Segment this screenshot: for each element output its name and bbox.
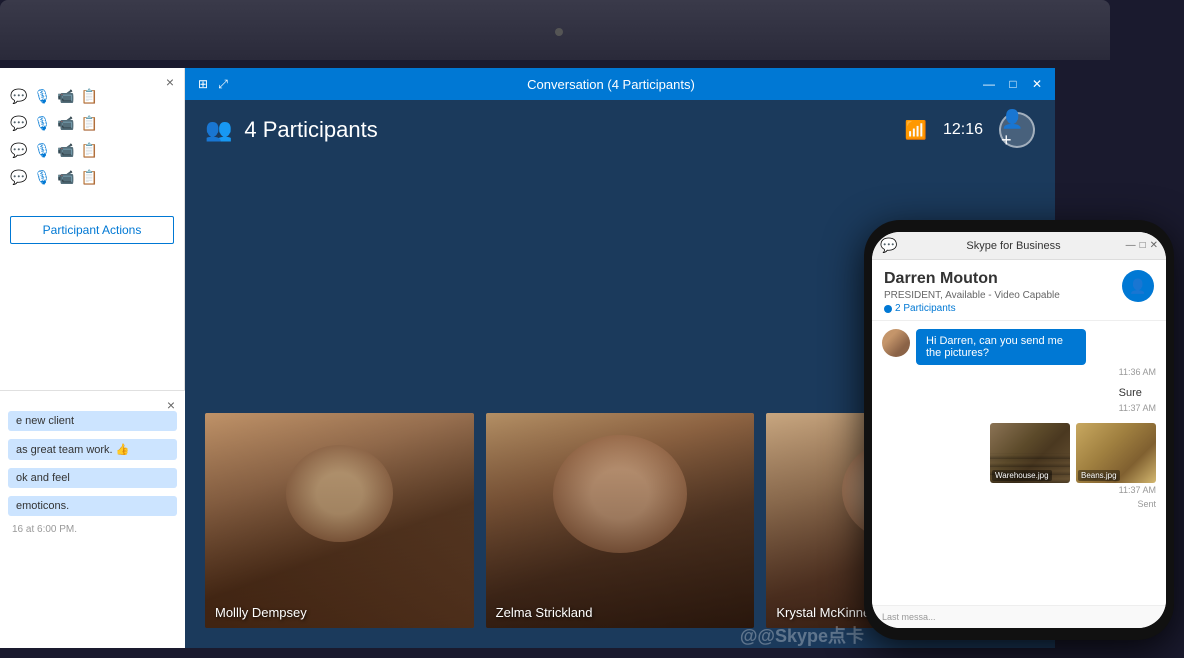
image-beans[interactable]: Beans.jpg xyxy=(1076,423,1156,483)
contact-participants[interactable]: 2 Participants xyxy=(884,303,1114,314)
image-attachments: Warehouse.jpg Beans.jpg xyxy=(990,423,1156,483)
participant-actions-button[interactable]: Participant Actions xyxy=(10,216,174,244)
contact-name: Darren Mouton xyxy=(884,270,1114,288)
warehouse-filename: Warehouse.jpg xyxy=(992,470,1052,481)
screen-icon: 📋 xyxy=(81,88,98,105)
skype-app-icon: 💬 xyxy=(880,237,897,254)
screen-icon: 📋 xyxy=(81,169,98,186)
mic-icon: 🎙 xyxy=(33,169,51,186)
participants-group-icon: 👥 xyxy=(205,117,232,143)
message-content-1: Hi Darren, can you send me the pictures?… xyxy=(916,329,1156,377)
chat-bubble: as great team work. 👍 xyxy=(8,439,177,460)
phone-window-controls: — □ ✕ xyxy=(1126,240,1158,251)
contact-info: Darren Mouton PRESIDENT, Available - Vid… xyxy=(884,270,1114,314)
titlebar-icon-share[interactable]: ⊞ xyxy=(195,76,211,92)
message-row-1: Hi Darren, can you send me the pictures?… xyxy=(882,329,1156,377)
contact-header: Darren Mouton PRESIDENT, Available - Vid… xyxy=(872,260,1166,321)
titlebar-icon-expand[interactable]: ⤢ xyxy=(215,76,231,92)
participant-name-2: Zelma Strickland xyxy=(496,605,593,620)
contact-status: PRESIDENT, Available - Video Capable xyxy=(884,290,1114,301)
call-time: 12:16 xyxy=(943,121,983,139)
screen-icon: 📋 xyxy=(81,142,98,159)
phone-restore-icon[interactable]: □ xyxy=(1140,240,1146,251)
images-time: 11:37 AM xyxy=(990,485,1156,495)
screen-icon: 📋 xyxy=(81,115,98,132)
chat-icon: 💬 xyxy=(10,169,27,186)
chat-icon: 💬 xyxy=(10,88,27,105)
phone-screen: 💬 Skype for Business — □ ✕ Darren Mouton… xyxy=(872,232,1166,628)
mic-icon: 🎙 xyxy=(33,88,51,105)
phone-close-icon[interactable]: ✕ xyxy=(1150,240,1158,251)
participant-row: 💬 🎙 📹 📋 xyxy=(10,169,174,186)
video-icon: 📹 xyxy=(57,169,74,186)
image-attachments-container: Warehouse.jpg Beans.jpg 11:37 AM xyxy=(990,419,1156,495)
chat-timestamp: 16 at 6:00 PM. xyxy=(8,524,177,535)
signal-strength-icon: 📶 xyxy=(905,120,927,141)
header-right-controls: 📶 12:16 👤+ xyxy=(905,112,1035,148)
participant-name-3: Krystal McKinney xyxy=(776,605,876,620)
chat-icon: 💬 xyxy=(10,142,27,159)
participant-row: 💬 🎙 📹 📋 xyxy=(10,88,174,105)
close-sidebar-icon[interactable]: × xyxy=(166,74,174,90)
phone-titlebar: 💬 Skype for Business — □ ✕ xyxy=(872,232,1166,260)
participant-row: 💬 🎙 📹 📋 xyxy=(10,142,174,159)
mic-icon: 🎙 xyxy=(33,115,51,132)
chat-panel: × e new client as great team work. 👍 ok … xyxy=(0,390,185,648)
chat-icon: 💬 xyxy=(10,115,27,132)
video-icon: 📹 xyxy=(57,142,74,159)
titlebar-left-icons: ⊞ ⤢ xyxy=(195,76,231,92)
message-bubble-1: Hi Darren, can you send me the pictures? xyxy=(916,329,1086,365)
last-message-indicator: Last messa... xyxy=(882,612,1156,622)
contact-avatar-button[interactable]: 👤 xyxy=(1122,270,1154,302)
sent-status: Sent xyxy=(882,499,1156,509)
close-window-icon[interactable]: ✕ xyxy=(1029,76,1045,92)
phone-app-title: Skype for Business xyxy=(901,240,1125,252)
message-row-3: Warehouse.jpg Beans.jpg 11:37 AM xyxy=(882,419,1156,495)
laptop-camera xyxy=(555,28,563,36)
chat-messages: e new client as great team work. 👍 ok an… xyxy=(0,391,185,543)
message-content-2: Sure 11:37 AM xyxy=(1119,385,1156,413)
participant-name-1: Mollly Dempsey xyxy=(215,605,307,620)
titlebar-controls: — □ ✕ xyxy=(981,76,1045,92)
phone-chat-area[interactable]: Hi Darren, can you send me the pictures?… xyxy=(872,321,1166,605)
titlebar-title: Conversation (4 Participants) xyxy=(241,77,981,92)
online-dot xyxy=(884,305,892,313)
mic-icon: 🎙 xyxy=(33,142,51,159)
participant-row: 💬 🎙 📹 📋 xyxy=(10,115,174,132)
participants-list: 💬 🎙 📹 📋 💬 🎙 📹 📋 💬 🎙 📹 📋 💬 🎙 📹 📋 xyxy=(0,68,184,206)
participants-count: 4 Participants xyxy=(244,117,377,143)
restore-icon[interactable]: □ xyxy=(1005,76,1021,92)
participants-header: 👥 4 Participants 📶 12:16 👤+ xyxy=(185,100,1055,160)
phone-minimize-icon[interactable]: — xyxy=(1126,240,1136,251)
close-chat-icon[interactable]: × xyxy=(167,397,175,413)
video-icon: 📹 xyxy=(57,88,74,105)
skype-titlebar: ⊞ ⤢ Conversation (4 Participants) — □ ✕ xyxy=(185,68,1055,100)
avatar-icon: 👤 xyxy=(1129,278,1146,295)
phone-footer: Last messa... xyxy=(872,605,1166,628)
video-icon: 📹 xyxy=(57,115,74,132)
minimize-icon[interactable]: — xyxy=(981,76,997,92)
chat-bubble: e new client xyxy=(8,411,177,431)
message-text-2: Sure xyxy=(1119,385,1156,401)
image-warehouse[interactable]: Warehouse.jpg xyxy=(990,423,1070,483)
message-time-2: 11:37 AM xyxy=(1119,403,1156,413)
message-row-2: Sure 11:37 AM xyxy=(882,385,1156,413)
phone-device: 💬 Skype for Business — □ ✕ Darren Mouton… xyxy=(864,220,1174,640)
participants-count-label: 2 Participants xyxy=(895,303,956,314)
chat-bubble: ok and feel xyxy=(8,468,177,488)
video-tile-1: Mollly Dempsey xyxy=(205,413,474,628)
beans-filename: Beans.jpg xyxy=(1078,470,1120,481)
video-tile-2: Zelma Strickland xyxy=(486,413,755,628)
message-time-1: 11:36 AM xyxy=(916,367,1156,377)
chat-bubble: emoticons. xyxy=(8,496,177,516)
add-participant-button[interactable]: 👤+ xyxy=(999,112,1035,148)
sender-avatar xyxy=(882,329,910,357)
